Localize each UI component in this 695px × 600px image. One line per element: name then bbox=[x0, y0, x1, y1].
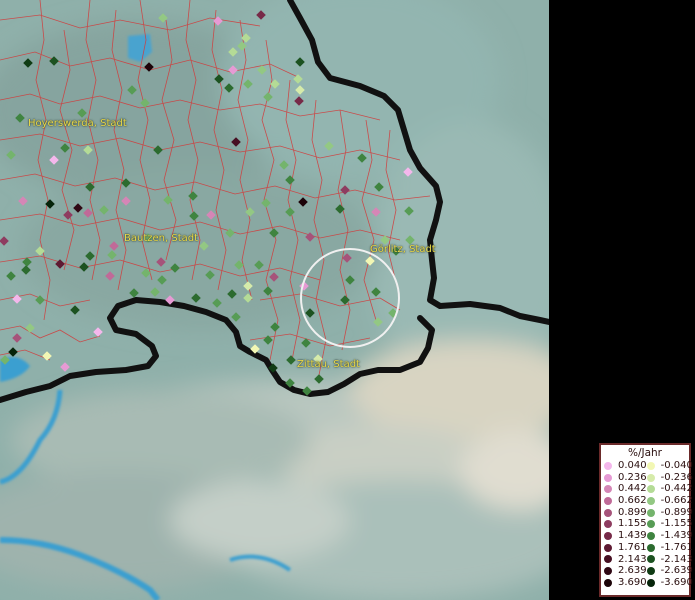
legend-swatch-icon bbox=[646, 578, 655, 587]
legend-entry: 0.899 bbox=[604, 507, 647, 519]
legend-label: -0.040 bbox=[660, 460, 693, 471]
legend-label: 1.439 bbox=[618, 530, 647, 542]
legend-swatch-icon bbox=[646, 555, 655, 564]
legend-title: %/Jahr bbox=[627, 447, 663, 459]
legend-swatch-icon bbox=[646, 567, 655, 576]
legend-entry: -3.690 bbox=[646, 576, 693, 589]
legend-entry: 0.236 bbox=[604, 472, 647, 484]
legend-swatch-icon bbox=[604, 578, 612, 587]
place-label-bautzen[interactable]: Bautzen, Stadt bbox=[124, 233, 198, 244]
place-label-zittau[interactable]: Zittau, Stadt bbox=[297, 359, 360, 370]
legend-swatch-icon bbox=[646, 543, 655, 552]
legend-swatch-icon bbox=[646, 473, 655, 482]
legend-entry: -0.040 bbox=[646, 460, 693, 472]
legend-label: 2.143 bbox=[618, 553, 647, 565]
legend-label: 1.761 bbox=[618, 541, 647, 553]
legend-label: -0.899 bbox=[660, 506, 693, 518]
legend-label: 3.690 bbox=[618, 576, 647, 588]
legend-entry: -2.143 bbox=[646, 553, 693, 566]
legend-swatch-icon bbox=[604, 461, 612, 470]
legend-swatch-icon bbox=[646, 461, 655, 470]
legend-swatch-icon bbox=[604, 520, 612, 529]
legend-entry: 1.155 bbox=[604, 518, 647, 530]
legend-entry: -0.236 bbox=[646, 471, 693, 484]
legend-entry: 2.639 bbox=[604, 565, 647, 577]
legend-entry: -0.662 bbox=[646, 495, 693, 507]
legend-label: 0.040 bbox=[618, 460, 647, 471]
legend-negative-column: -0.040 -0.236 -0.442 -0.662 -0.899 -1.155 -1.4… bbox=[646, 460, 693, 589]
legend-label: -2.143 bbox=[660, 553, 693, 565]
legend-entry: 2.143 bbox=[604, 554, 647, 566]
legend-entry: 0.662 bbox=[604, 495, 647, 507]
legend-label: -2.639 bbox=[660, 565, 693, 577]
place-label-hoyerswerda[interactable]: Hoyerswerda, Stadt bbox=[28, 118, 127, 129]
legend-entry: -1.155 bbox=[646, 518, 693, 530]
legend-label: -0.442 bbox=[660, 483, 693, 495]
legend-swatch-icon bbox=[604, 508, 612, 517]
legend-label: -0.662 bbox=[660, 495, 693, 507]
legend-label: -1.761 bbox=[660, 541, 693, 553]
legend-positive-column: 0.040 0.236 0.442 0.662 0.899 1.155 1.439 1.761… bbox=[604, 460, 647, 589]
legend-entry: 1.761 bbox=[604, 542, 647, 554]
legend-label: 0.236 bbox=[618, 471, 647, 483]
legend-swatch-icon bbox=[646, 496, 655, 505]
legend-entry: -1.439 bbox=[646, 530, 693, 542]
map-canvas[interactable] bbox=[0, 0, 549, 600]
legend-swatch-icon bbox=[604, 473, 612, 482]
legend-entry: -0.442 bbox=[646, 483, 693, 495]
legend-entry: 1.439 bbox=[604, 530, 647, 542]
legend-label: 0.442 bbox=[618, 483, 647, 495]
legend-entry: -0.899 bbox=[646, 506, 693, 519]
legend-label: 2.639 bbox=[618, 565, 647, 577]
legend-label: 1.155 bbox=[618, 518, 647, 530]
legend-swatch-icon bbox=[646, 520, 655, 529]
legend-entry: -2.639 bbox=[646, 565, 693, 577]
legend-swatch-icon bbox=[604, 531, 612, 540]
legend-entry: 0.442 bbox=[604, 483, 647, 495]
legend-swatch-icon bbox=[604, 485, 612, 494]
legend-swatch-icon bbox=[604, 496, 612, 505]
legend-label: -1.439 bbox=[660, 530, 693, 542]
legend-swatch-icon bbox=[604, 567, 612, 576]
legend-entry: 0.040 bbox=[604, 460, 647, 472]
legend-swatch-icon bbox=[646, 485, 655, 494]
map-viewport[interactable]: Hoyerswerda, Stadt Bautzen, Stadt Görlit… bbox=[0, 0, 549, 600]
map-legend: %/Jahr 0.040 0.236 0.442 0.662 0.899 1.155 1.4… bbox=[599, 443, 693, 597]
legend-label: -3.690 bbox=[660, 576, 693, 588]
legend-swatch-icon bbox=[604, 555, 612, 564]
legend-swatch-icon bbox=[646, 508, 655, 517]
place-label-goerlitz[interactable]: Görlitz, Stadt bbox=[370, 244, 436, 255]
legend-label: -1.155 bbox=[660, 518, 693, 530]
legend-entry: 3.690 bbox=[604, 577, 647, 589]
legend-label: 0.662 bbox=[618, 495, 647, 507]
legend-swatch-icon bbox=[646, 531, 655, 540]
legend-swatch-icon bbox=[604, 543, 612, 552]
terrain-shading bbox=[0, 0, 549, 600]
legend-entry: -1.761 bbox=[646, 541, 693, 554]
legend-label: -0.236 bbox=[660, 471, 693, 483]
legend-label: 0.899 bbox=[618, 506, 647, 518]
